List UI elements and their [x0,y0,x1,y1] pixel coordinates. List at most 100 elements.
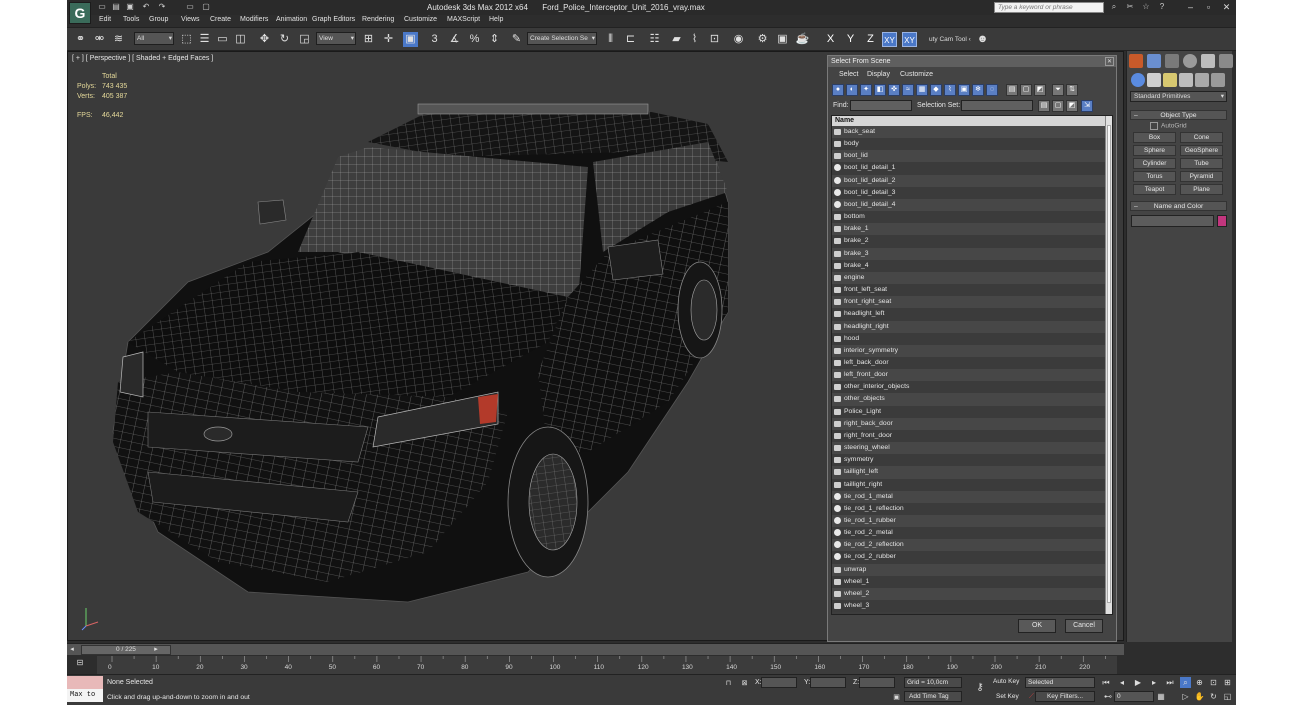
undo-icon[interactable]: ↶ [141,2,151,12]
time-slider[interactable]: 0 / 225 ◂ ▸ [67,643,1124,655]
tools-icon[interactable]: ✂ [1125,2,1135,12]
autogrid-checkbox[interactable]: AutoGrid [1150,122,1187,130]
save-file-icon[interactable]: ▣ [125,2,135,12]
object-list-row[interactable]: headlight_left [832,308,1108,321]
utilities-tab-icon[interactable] [1219,54,1233,68]
zoom-icon[interactable]: ⌕ [1180,677,1191,688]
help-icon[interactable]: ? [1157,2,1167,12]
close-icon[interactable]: ✕ [1221,1,1232,13]
edit-named-selection-icon[interactable]: ✎ [509,32,524,47]
display-tab-icon[interactable] [1201,54,1215,68]
object-list-row[interactable]: symmetry [832,454,1108,467]
hold-icon[interactable]: ▭ [185,2,195,12]
time-prev-icon[interactable]: ◂ [67,642,77,657]
object-list-row[interactable]: left_front_door [832,369,1108,382]
object-list-row[interactable]: interior_symmetry [832,344,1108,357]
time-tag-icon[interactable]: ▣ [892,693,901,702]
key-filters-button[interactable]: Key Filters... [1035,691,1095,702]
object-list-row[interactable]: Police_Light [832,405,1108,418]
menu-group[interactable]: Group [149,16,168,23]
object-list-row[interactable]: brake_3 [832,247,1108,260]
selection-set-dropdown[interactable] [961,100,1033,111]
spinner-snap-icon[interactable]: ⇕ [487,32,502,47]
hierarchy-tab-icon[interactable] [1165,54,1179,68]
filter-frozen-icon[interactable]: ❄ [972,84,984,96]
field-of-view-icon[interactable]: ▷ [1180,691,1191,702]
menu-views[interactable]: Views [181,16,200,23]
cameras-icon[interactable] [1179,73,1193,87]
coord-x-input[interactable] [761,677,797,688]
current-frame-field[interactable]: 0 [1114,691,1154,702]
named-selection-dropdown[interactable]: Create Selection Se [527,32,597,45]
key-selection-dropdown[interactable]: Selected [1025,677,1095,688]
object-list-row[interactable]: tie_rod_2_rubber [832,551,1108,564]
display-invert-icon[interactable]: ◩ [1034,84,1046,96]
object-list-row[interactable]: boot_lid_detail_1 [832,162,1108,175]
object-list-row[interactable]: tie_rod_2_metal [832,527,1108,540]
object-list-row[interactable]: wheel_1 [832,575,1108,588]
object-list-row[interactable]: boot_lid_detail_4 [832,198,1108,212]
lights-icon[interactable] [1163,73,1177,87]
track-bar[interactable] [97,656,1117,674]
filter-xrefs-icon[interactable]: ◆ [930,84,942,96]
menu-rendering[interactable]: Rendering [362,16,394,23]
filter-bones-icon[interactable]: ⌇ [944,84,956,96]
select-dependents-icon[interactable]: ⇲ [1081,100,1093,112]
move-icon[interactable]: ✥ [257,32,272,47]
redo-icon[interactable]: ↷ [157,2,167,12]
rectangle-selection-icon[interactable]: ▭ [215,32,230,47]
motion-tab-icon[interactable] [1183,54,1197,68]
maximize-icon[interactable]: ▫ [1203,1,1214,13]
object-list-row[interactable]: wheel_2 [832,587,1108,601]
axis-y-button[interactable]: Y [843,32,858,47]
filter-hidden-icon[interactable]: ◌ [986,84,998,96]
axis-xy-cycle-button[interactable]: XY [902,32,917,47]
object-list-row[interactable]: bottom [832,211,1108,224]
filter-cameras-icon[interactable]: ◧ [874,84,886,96]
filter-funnel-icon[interactable]: ⏷ [1052,84,1064,96]
menu-help[interactable]: Help [489,16,503,23]
object-list-row[interactable]: brake_4 [832,259,1108,272]
teapot-button[interactable]: Teapot [1133,184,1176,195]
rendered-frame-icon[interactable]: ▣ [775,32,790,47]
name-and-color-rollout[interactable]: – Name and Color [1130,201,1227,211]
maxscript-listener-input[interactable] [67,676,103,689]
maxscript-mini-label[interactable]: Max to [67,689,103,702]
object-list-row[interactable]: front_left_seat [832,284,1108,297]
zoom-extents-all-icon[interactable]: ⊞ [1222,677,1233,688]
filter-geometry-icon[interactable]: ● [832,84,844,96]
key-mode-icon[interactable]: ⊷ [1103,692,1113,702]
object-list-row[interactable]: unwrap [832,563,1108,576]
object-list-row[interactable]: other_interior_objects [832,381,1108,394]
object-list-row[interactable]: taillight_right [832,478,1108,491]
star-icon[interactable]: ☆ [1141,2,1151,12]
camera-tool-label[interactable]: uty Cam Tool ‹ [929,36,971,43]
dialog-menu-customize[interactable]: Customize [900,71,933,78]
absolute-mode-icon[interactable]: ⊠ [740,679,749,688]
window-crossing-icon[interactable]: ◫ [233,32,248,47]
object-list-row[interactable]: wheel_3 [832,600,1108,613]
select-none-icon[interactable]: ▢ [1052,100,1064,112]
snaps-toggle-icon[interactable]: 3 [427,32,442,47]
object-list-row[interactable]: brake_1 [832,223,1108,236]
object-list-row[interactable]: boot_lid_detail_3 [832,186,1108,199]
reference-coordinate-dropdown[interactable]: View [316,32,356,45]
filter-lights-icon[interactable]: ✦ [860,84,872,96]
filter-helpers-icon[interactable]: ✜ [888,84,900,96]
geosphere-button[interactable]: GeoSphere [1180,145,1223,156]
prev-frame-icon[interactable]: ◂ [1117,678,1127,688]
helpers-icon[interactable] [1195,73,1209,87]
selection-filter-dropdown[interactable]: All [134,32,174,45]
mirror-icon[interactable]: ⫴ [603,32,618,47]
torus-button[interactable]: Torus [1133,171,1176,182]
axis-xy-button[interactable]: XY [882,32,897,47]
select-manipulate-icon[interactable]: ✛ [381,32,396,47]
lock-selection-icon[interactable]: ⊓ [724,679,733,688]
rotate-icon[interactable]: ↻ [277,32,292,47]
goto-start-icon[interactable]: ⏮ [1101,678,1111,688]
object-list-row[interactable]: tie_rod_1_reflection [832,502,1108,515]
select-invert-icon[interactable]: ◩ [1066,100,1078,112]
find-input[interactable] [850,100,912,111]
pyramid-button[interactable]: Pyramid [1180,171,1223,182]
object-list-row[interactable]: right_front_door [832,429,1108,443]
